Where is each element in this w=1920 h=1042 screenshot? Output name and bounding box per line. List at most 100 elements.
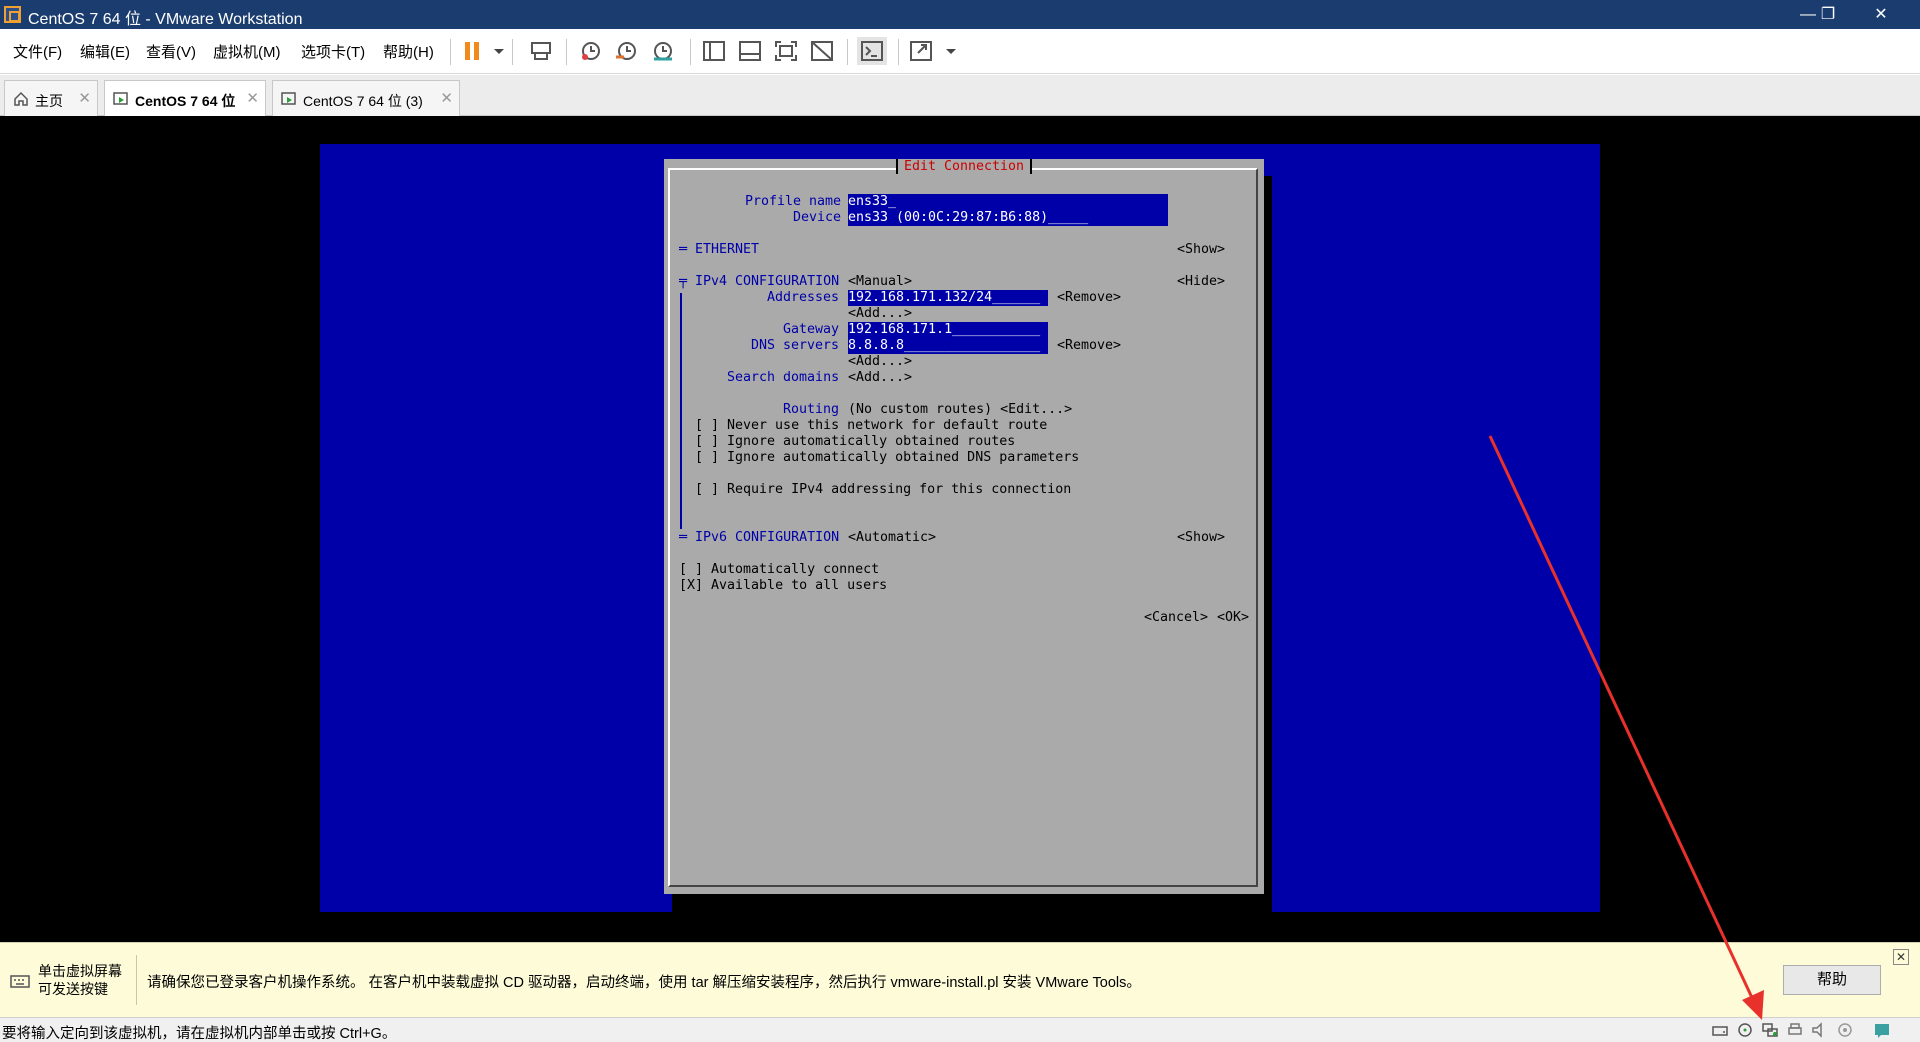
- vm-icon: [281, 92, 296, 105]
- ipv4-section-bar: [680, 293, 682, 529]
- menu-help[interactable]: 帮助(H): [383, 41, 434, 62]
- require-ipv4-checkbox[interactable]: [ ] Require IPv4 addressing for this con…: [695, 482, 1071, 498]
- menu-toolbar: 文件(F) 编辑(E) 查看(V) 虚拟机(M) 选项卡(T) 帮助(H): [0, 29, 1920, 74]
- close-icon[interactable]: ✕: [246, 89, 259, 107]
- tab-home[interactable]: 主页 ✕: [4, 80, 98, 116]
- close-icon[interactable]: ✕: [1893, 949, 1909, 965]
- send-keys-hint: 可发送按键: [38, 981, 108, 997]
- never-default-route-checkbox[interactable]: [ ] Never use this network for default r…: [695, 418, 1047, 434]
- toolbar-separator: [450, 39, 451, 65]
- ipv4-section: ╤ IPv4 CONFIGURATION: [679, 274, 840, 289]
- add-dns-button[interactable]: <Add...>: [848, 354, 912, 370]
- tab-label: 主页: [35, 93, 63, 109]
- title-bar: CentOS 7 64 位 - VMware Workstation — ❐ ✕: [0, 0, 1920, 29]
- menu-edit[interactable]: 编辑(E): [80, 41, 130, 62]
- add-search-domain-button[interactable]: <Add...>: [848, 370, 912, 386]
- infobar-divider: [136, 955, 137, 1005]
- vmware-tools-message: 请确保您已登录客户机操作系统。 在客户机中装载虚拟 CD 驱动器，启动终端，使用…: [147, 975, 1141, 991]
- toolbar-separator: [566, 39, 567, 65]
- ipv4-mode-select[interactable]: <Manual>: [848, 274, 912, 290]
- ipv6-mode-select[interactable]: <Automatic>: [848, 530, 936, 546]
- snapshot-manager-icon[interactable]: [648, 37, 678, 65]
- restore-button[interactable]: ❐: [1805, 0, 1851, 29]
- dialog-shadow: [1264, 176, 1272, 912]
- dialog-title: Edit Connection: [895, 159, 1033, 174]
- hard-disk-icon[interactable]: [1711, 1022, 1729, 1038]
- device-label: Device: [793, 210, 842, 225]
- gateway-field[interactable]: 192.168.171.1___________: [848, 322, 1048, 338]
- toolbar-separator: [847, 39, 848, 65]
- ok-button[interactable]: <OK>: [1217, 610, 1249, 626]
- console-view-icon[interactable]: [857, 37, 887, 65]
- close-icon[interactable]: ✕: [440, 89, 453, 107]
- ethernet-show-button[interactable]: <Show>: [1177, 242, 1225, 258]
- addresses-field[interactable]: 192.168.171.132/24______: [848, 290, 1048, 306]
- tab-bar: 主页 ✕ CentOS 7 64 位 ✕ CentOS 7 64 位 (3) ✕: [0, 75, 1920, 117]
- revert-snapshot-icon[interactable]: [612, 37, 642, 65]
- tab-centos-active[interactable]: CentOS 7 64 位 ✕: [104, 80, 266, 117]
- keyboard-icon: [10, 975, 30, 988]
- vm-icon: [113, 92, 128, 105]
- auto-connect-checkbox[interactable]: [ ] Automatically connect: [679, 562, 879, 578]
- sound-card-icon[interactable]: [1811, 1022, 1829, 1038]
- ignore-dns-checkbox[interactable]: [ ] Ignore automatically obtained DNS pa…: [695, 450, 1079, 466]
- menu-view[interactable]: 查看(V): [146, 41, 196, 62]
- fullscreen-icon[interactable]: [771, 37, 801, 65]
- network-adapter-icon[interactable]: [1761, 1022, 1779, 1038]
- snapshot-icon[interactable]: [576, 37, 606, 65]
- message-log-icon[interactable]: [1873, 1022, 1891, 1038]
- edit-connection-dialog: Edit Connection Profile name ens33_ Devi…: [664, 159, 1264, 894]
- cd-dvd-icon[interactable]: [1736, 1022, 1754, 1038]
- remove-dns-button[interactable]: <Remove>: [1057, 338, 1121, 354]
- dialog-shadow: [672, 894, 1272, 912]
- printer-icon[interactable]: [1786, 1022, 1804, 1038]
- tab-label: CentOS 7 64 位: [135, 93, 236, 109]
- window-title: CentOS 7 64 位 - VMware Workstation: [28, 11, 303, 28]
- vm-console[interactable]: Edit Connection Profile name ens33_ Devi…: [0, 116, 1920, 942]
- ipv6-section: ═ IPv6 CONFIGURATION: [679, 530, 840, 545]
- routing-edit-button[interactable]: (No custom routes) <Edit...>: [848, 402, 1072, 418]
- stretch-icon[interactable]: [906, 37, 936, 65]
- status-text: 要将输入定向到该虚拟机，请在虚拟机内部单击或按 Ctrl+G。: [2, 1026, 397, 1042]
- tab-label: CentOS 7 64 位 (3): [303, 93, 423, 109]
- chevron-down-icon[interactable]: [484, 37, 504, 65]
- device-field[interactable]: ens33 (00:0C:29:87:B6:88)_____: [848, 210, 1168, 226]
- close-button[interactable]: ✕: [1858, 0, 1904, 29]
- dns-servers-field[interactable]: 8.8.8.8_________________: [848, 338, 1048, 354]
- ignore-routes-checkbox[interactable]: [ ] Ignore automatically obtained routes: [695, 434, 1015, 450]
- toolbar-separator: [690, 39, 691, 65]
- toolbar-separator: [898, 39, 899, 65]
- ipv4-hide-button[interactable]: <Hide>: [1177, 274, 1225, 290]
- help-button[interactable]: 帮助: [1783, 965, 1881, 995]
- toolbar-separator: [512, 39, 513, 65]
- dns-servers-label: DNS servers: [751, 338, 840, 353]
- vmware-tools-infobar: 单击虚拟屏幕 可发送按键 请确保您已登录客户机操作系统。 在客户机中装载虚拟 C…: [0, 942, 1920, 1017]
- chevron-down-icon[interactable]: [936, 37, 956, 65]
- display-icon[interactable]: [1836, 1022, 1854, 1038]
- tab-centos-3[interactable]: CentOS 7 64 位 (3) ✕: [272, 80, 460, 116]
- remove-address-button[interactable]: <Remove>: [1057, 290, 1121, 306]
- routing-label: Routing: [783, 402, 840, 417]
- ipv6-show-button[interactable]: <Show>: [1177, 530, 1225, 546]
- click-screen-hint: 单击虚拟屏幕: [38, 963, 122, 979]
- all-users-checkbox[interactable]: [X] Available to all users: [679, 578, 887, 594]
- gateway-label: Gateway: [783, 322, 840, 337]
- profile-name-label: Profile name: [745, 194, 842, 209]
- home-icon: [14, 91, 28, 106]
- search-domains-label: Search domains: [727, 370, 840, 385]
- sidebar-view-icon[interactable]: [699, 37, 729, 65]
- profile-name-field[interactable]: ens33_: [848, 194, 1168, 210]
- unity-icon[interactable]: [807, 37, 837, 65]
- vmware-logo-icon: [4, 6, 21, 23]
- ethernet-section: ═ ETHERNET: [679, 242, 760, 257]
- thumbnail-view-icon[interactable]: [735, 37, 765, 65]
- add-address-button[interactable]: <Add...>: [848, 306, 912, 322]
- menu-tabs[interactable]: 选项卡(T): [301, 41, 365, 62]
- menu-vm[interactable]: 虚拟机(M): [213, 41, 281, 62]
- cancel-button[interactable]: <Cancel>: [1144, 610, 1208, 626]
- close-icon[interactable]: ✕: [78, 89, 91, 107]
- send-ctrl-alt-del-icon[interactable]: [526, 37, 556, 65]
- menu-file[interactable]: 文件(F): [13, 41, 62, 62]
- addresses-label: Addresses: [767, 290, 840, 305]
- status-bar: 要将输入定向到该虚拟机，请在虚拟机内部单击或按 Ctrl+G。: [0, 1017, 1920, 1042]
